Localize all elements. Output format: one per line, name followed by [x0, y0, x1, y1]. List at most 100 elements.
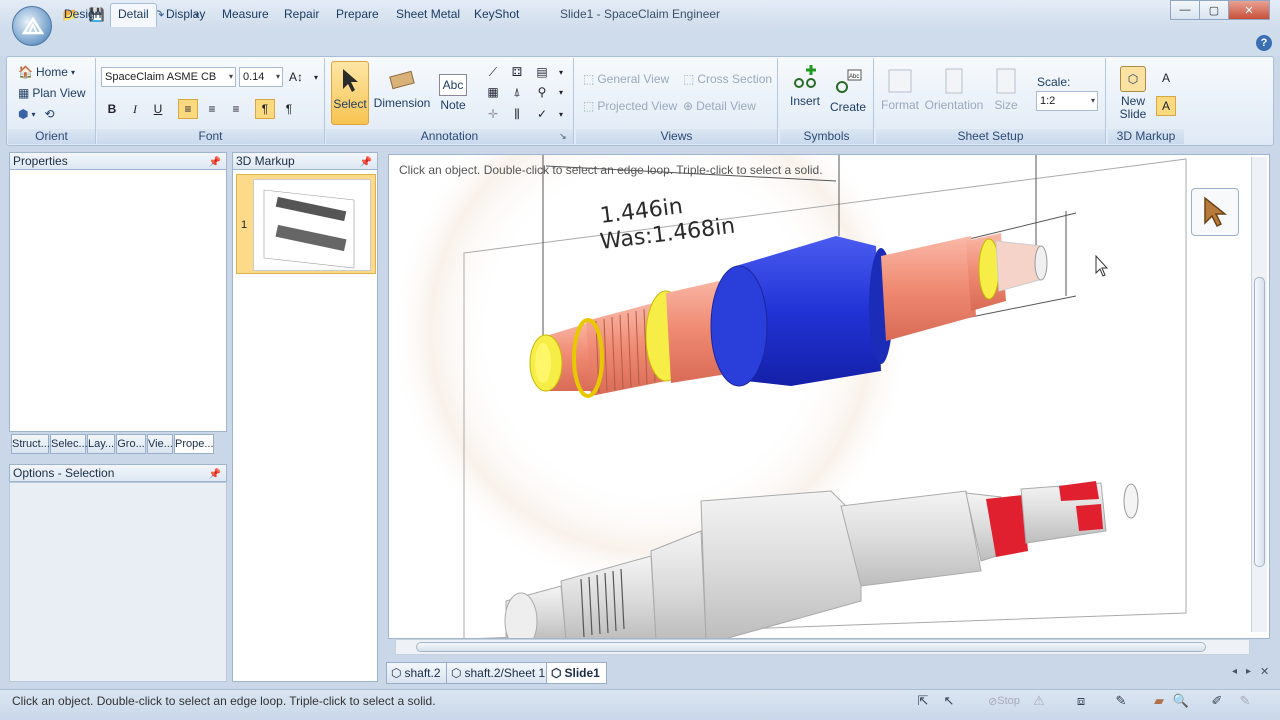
horizontal-scrollbar[interactable] [395, 639, 1250, 655]
check-dropdown[interactable]: ▾ [551, 104, 571, 124]
finish-dropdown[interactable]: ▾ [551, 82, 571, 102]
table-dropdown[interactable]: ▾ [551, 62, 571, 82]
pointer-tool-button[interactable] [1191, 188, 1239, 236]
text-direction-rtl-icon[interactable]: ¶ [279, 99, 299, 119]
detail-view-button[interactable]: ⊕ Detail View [683, 99, 756, 113]
maximize-button[interactable]: ▢ [1199, 0, 1229, 20]
pin-icon[interactable]: 📌 [209, 155, 221, 171]
create-symbol-button[interactable]: Abc Create [828, 64, 868, 114]
note-button[interactable]: Abc Note [436, 74, 470, 112]
font-name-select[interactable]: SpaceClaim ASME CB ▾ [101, 67, 236, 87]
tab-display[interactable]: Display [159, 6, 212, 26]
new-slide-button[interactable]: ⬡ New Slide [1114, 66, 1152, 121]
underline-button[interactable]: U [148, 99, 168, 119]
doc-tab-slide[interactable]: ⬡ Slide1 [546, 662, 607, 684]
view-mode-icon[interactable]: ⧈ [1072, 692, 1090, 710]
select-button[interactable]: Select [331, 61, 369, 125]
structure-tab[interactable]: Struct... [11, 434, 50, 454]
detail-view-icon: ⊕ [683, 99, 694, 113]
vertical-scrollbar[interactable] [1251, 157, 1267, 632]
surface-finish-icon[interactable]: ⚲ [532, 82, 552, 102]
tab-keyshot[interactable]: KeyShot [467, 6, 526, 26]
size-button[interactable]: Size [988, 66, 1024, 112]
pen-icon[interactable]: ✎ [1112, 692, 1130, 710]
bold-button[interactable]: B [102, 99, 122, 119]
general-view-icon: ⬚ [583, 72, 595, 86]
tab-prepare[interactable]: Prepare [329, 6, 386, 26]
canvas-hint: Click an object. Double-click to select … [399, 163, 823, 177]
cross-section-button[interactable]: ⬚ Cross Section [683, 72, 772, 86]
sketch-icon[interactable]: ✐ [1208, 692, 1226, 710]
markup-text-icon[interactable]: A [1156, 68, 1176, 88]
orientation-button[interactable]: Orientation [924, 66, 984, 112]
font-size-select[interactable]: 0.14 ▾ [239, 67, 283, 87]
scale-select[interactable]: 1:2 ▾ [1036, 91, 1098, 111]
zoom-icon[interactable]: 🔍 [1172, 692, 1190, 710]
check-icon[interactable]: ✓ [532, 104, 552, 124]
properties-tab[interactable]: Prope... [174, 434, 214, 454]
projected-view-button[interactable]: ⬚ Projected View [583, 99, 677, 113]
tab-close-icon[interactable]: ✕ [1260, 665, 1269, 678]
red-face-2 [1076, 504, 1103, 531]
arrow-select-icon[interactable]: ↖ [940, 692, 958, 710]
horizontal-scroll-thumb[interactable] [416, 642, 1206, 652]
datum-icon[interactable]: ⍋ [507, 82, 527, 102]
options-pin-icon[interactable]: 📌 [209, 467, 221, 483]
grid-table-icon[interactable]: ▦ [483, 82, 503, 102]
layers-tab[interactable]: Lay... [87, 434, 115, 454]
tab-repair[interactable]: Repair [277, 6, 326, 26]
annotation-launcher-icon[interactable]: ↘ [559, 131, 567, 142]
grey-mid [650, 530, 707, 638]
insert-symbol-button[interactable]: Insert [786, 62, 824, 108]
design-canvas[interactable]: 1.446in Was:1.468in [388, 154, 1270, 639]
tab-detail[interactable]: Detail [110, 3, 157, 27]
layer-icon[interactable]: ▰ [1150, 692, 1168, 710]
shaft-end-face [1034, 245, 1048, 281]
plan-view-button[interactable]: ▦ Plan View [18, 86, 86, 100]
center-mark-icon[interactable]: ✛ [483, 104, 503, 124]
font-grow-dropdown[interactable]: ▾ [306, 67, 326, 87]
italic-button[interactable]: I [125, 99, 145, 119]
slide-preview [253, 179, 371, 271]
markup-pin-icon[interactable]: 📌 [360, 155, 372, 171]
doc-tab-shaft[interactable]: ⬡ shaft.2 [386, 662, 448, 684]
font-grow-icon[interactable]: A↕ [286, 67, 306, 87]
tab-scroll-right-icon[interactable]: ▸ [1246, 666, 1251, 677]
minimize-button[interactable]: — [1170, 0, 1200, 20]
tab-design[interactable]: Design [57, 6, 108, 26]
align-center-icon[interactable]: ≡ [202, 99, 222, 119]
slide-thumbnail[interactable]: 1 [236, 174, 376, 274]
symbol-grid-icon[interactable]: ⚃ [507, 62, 527, 82]
format-button[interactable]: Format [880, 66, 920, 112]
help-icon[interactable]: ? [1256, 35, 1272, 51]
selection-tab[interactable]: Selec... [50, 434, 88, 454]
app-menu-button[interactable] [12, 6, 52, 46]
align-right-icon[interactable]: ≡ [226, 99, 246, 119]
pencil-icon[interactable]: ✎ [1236, 692, 1254, 710]
views-tab[interactable]: Vie... [147, 434, 173, 454]
status-text: Click an object. Double-click to select … [12, 694, 436, 708]
close-button[interactable]: ✕ [1228, 0, 1270, 20]
warning-icon[interactable]: ⚠ [1030, 692, 1048, 710]
general-view-button[interactable]: ⬚ General View [583, 72, 669, 86]
tab-sheet-metal[interactable]: Sheet Metal [389, 6, 467, 26]
properties-title: Properties [13, 154, 68, 168]
markup-highlight-icon[interactable]: A [1156, 96, 1176, 116]
text-direction-ltr-icon[interactable]: ¶ [255, 99, 275, 119]
stop-button[interactable]: ⊘ Stop [982, 692, 1026, 710]
view-cube-button[interactable]: ⬢ ▾ ⟲ [18, 107, 55, 121]
options-panel [9, 482, 227, 682]
select-tool-icon[interactable]: ⇱ [914, 692, 932, 710]
leader-line-icon[interactable]: ⟋ [483, 62, 503, 82]
groups-tab[interactable]: Gro... [116, 434, 146, 454]
table-icon[interactable]: ▤ [532, 62, 552, 82]
doc-tab-shaft-sheet[interactable]: ⬡ shaft.2/Sheet 1 [446, 662, 553, 684]
size-label: Size [994, 98, 1018, 112]
thread-icon[interactable]: ⫼ [507, 104, 527, 124]
align-left-icon[interactable]: ≡ [178, 99, 198, 119]
vertical-scroll-thumb[interactable] [1254, 277, 1265, 567]
tab-scroll-left-icon[interactable]: ◂ [1232, 666, 1237, 677]
dimension-button[interactable]: Dimension [374, 64, 430, 110]
tab-measure[interactable]: Measure [215, 6, 276, 26]
home-button[interactable]: 🏠 Home ▾ [18, 65, 75, 79]
